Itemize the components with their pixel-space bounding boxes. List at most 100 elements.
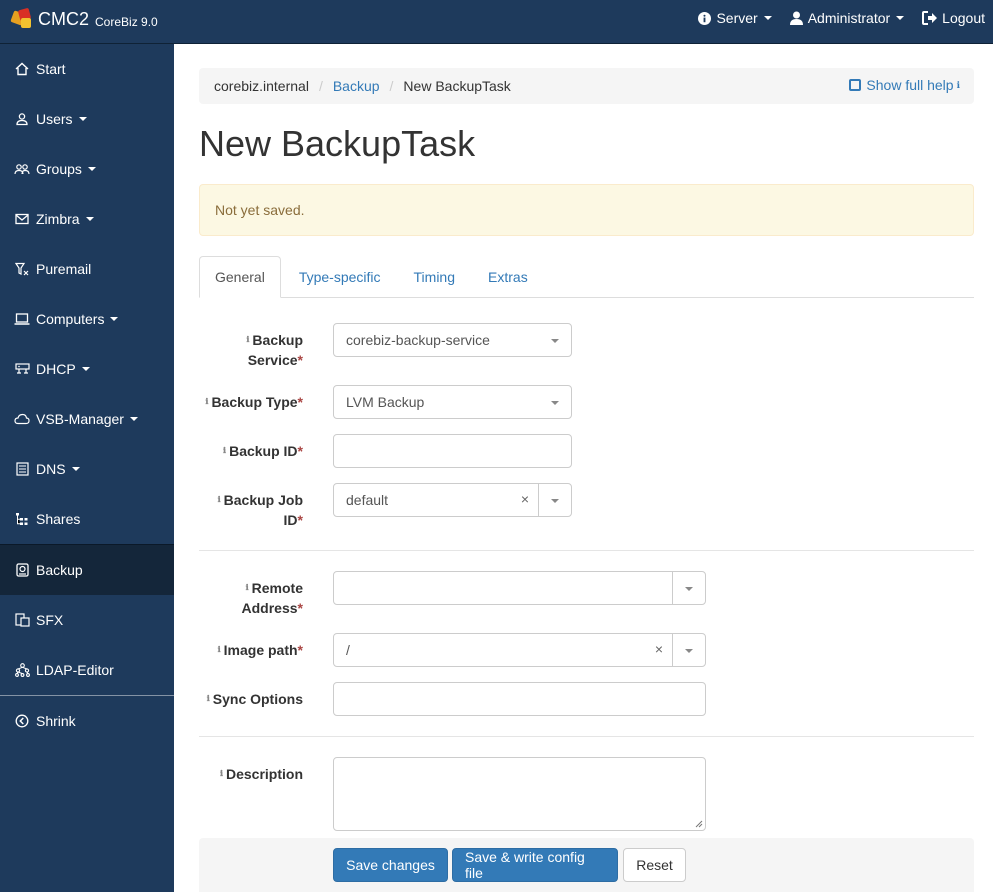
chevron-down-icon [685,587,693,591]
sidebar-item-label: Zimbra [36,211,80,227]
chevron-down-icon [551,499,559,503]
backup-id-input[interactable] [333,434,572,468]
server-menu[interactable]: Server [688,0,779,36]
sidebar-item-dhcp[interactable]: DHCP [0,344,174,394]
sidebar-item-label: Users [36,111,73,127]
info-icon: ℹ [956,79,960,90]
sidebar-item-sfx[interactable]: SFX [0,595,174,645]
group-icon [14,161,30,177]
home-icon [14,61,30,77]
image-path-combobox[interactable]: / × [333,633,706,667]
logout-button[interactable]: Logout [912,0,993,36]
sidebar-item-dns[interactable]: DNS [0,444,174,494]
sidebar-item-start[interactable]: Start [0,44,174,94]
sidebar-item-label: DHCP [36,361,76,377]
resize-handle-icon[interactable] [694,819,703,828]
sidebar-divider [0,695,174,696]
caret-down-icon [87,167,96,171]
files-icon [14,612,30,628]
sidebar-item-puremail[interactable]: Puremail [0,244,174,294]
clear-icon[interactable]: × [521,491,529,507]
clear-icon[interactable]: × [655,641,663,657]
sync-options-label: ℹ Sync Options [206,691,303,707]
filter-icon [14,261,30,277]
section-divider [199,550,974,551]
breadcrumb-item-host[interactable]: corebiz.internal [214,78,309,94]
network-icon [14,361,30,377]
sidebar-item-label: Start [36,61,66,77]
backup-service-select[interactable]: corebiz-backup-service [333,323,572,357]
caret-down-icon [85,217,94,221]
sidebar-item-label: DNS [36,461,66,477]
caret-down-icon [129,417,138,421]
backup-job-id-combobox[interactable]: default × [333,483,572,517]
tree-icon [14,511,30,527]
info-icon: ℹ [217,645,221,654]
sidebar-item-label: Shares [36,511,81,527]
form-actions: Save changes Save & write config file Re… [199,838,974,892]
dropdown-toggle[interactable] [538,484,571,516]
tab-extras[interactable]: Extras [473,256,543,298]
logout-label: Logout [942,10,985,26]
shrink-icon [14,713,30,729]
chevron-down-icon [551,401,559,405]
sidebar-item-label: Backup [36,562,83,578]
sidebar-item-shares[interactable]: Shares [0,494,174,544]
show-full-help-toggle[interactable]: Show full help ℹ [849,77,960,93]
sidebar-item-label: SFX [36,612,64,628]
info-icon: ℹ [245,583,249,592]
description-textarea[interactable] [333,757,706,831]
info-circle-icon [698,11,712,25]
logout-icon [922,11,938,25]
breadcrumb-item-current: New BackupTask [403,78,511,94]
backup-icon [14,562,30,578]
sidebar-item-label: Puremail [36,261,92,277]
section-divider [199,736,974,737]
reset-button[interactable]: Reset [623,848,686,882]
checkbox-icon[interactable] [849,79,862,91]
sidebar-item-users[interactable]: Users [0,94,174,144]
sidebar-item-groups[interactable]: Groups [0,144,174,194]
page-title: New BackupTask [199,123,476,164]
caret-down-icon [896,16,905,20]
tab-timing[interactable]: Timing [399,256,471,298]
breadcrumb-item-backup[interactable]: Backup [333,78,380,94]
remote-address-combobox[interactable] [333,571,706,605]
save-changes-button[interactable]: Save changes [333,848,448,882]
sidebar-item-ldap-editor[interactable]: LDAP-Editor [0,645,174,695]
user-menu[interactable]: Administrator [780,0,912,36]
sidebar-item-zimbra[interactable]: Zimbra [0,194,174,244]
sidebar-item-computers[interactable]: Computers [0,294,174,344]
user-menu-label: Administrator [807,10,891,26]
sync-options-input[interactable] [333,682,706,716]
dropdown-toggle[interactable] [672,634,705,666]
caret-down-icon [81,367,90,371]
brand-logo-icon [10,7,34,30]
sidebar-item-shrink[interactable]: Shrink [0,696,174,746]
info-icon: ℹ [246,335,250,344]
backup-type-select[interactable]: LVM Backup [333,385,572,419]
info-icon: ℹ [206,694,210,703]
remote-address-label: ℹ Remote Address* [241,580,303,616]
info-icon: ℹ [219,769,223,778]
tab-type-specific[interactable]: Type-specific [284,256,396,298]
caret-down-icon [763,16,772,20]
unsaved-alert: Not yet saved. [199,184,974,236]
dropdown-toggle[interactable] [672,572,705,604]
info-icon: ℹ [217,495,221,504]
sitemap-icon [14,662,30,678]
brand[interactable]: CMC2 CoreBiz 9.0 [10,7,158,30]
sidebar-item-backup[interactable]: Backup [0,545,174,595]
description-label: ℹ Description [219,766,303,782]
show-full-help-label: Show full help [866,77,954,93]
sidebar-item-label: Computers [36,311,105,327]
brand-name: CMC2 [38,8,90,29]
backup-type-label: ℹ Backup Type* [205,394,303,410]
caret-down-icon [71,467,80,471]
sidebar-item-vsb-manager[interactable]: VSB-Manager [0,394,174,444]
tab-bar: General Type-specific Timing Extras [199,256,974,298]
save-write-config-button[interactable]: Save & write config file [452,848,618,882]
top-navbar: CMC2 CoreBiz 9.0 Server Administrator Lo… [0,0,993,44]
list-icon [14,461,30,477]
tab-general[interactable]: General [199,256,281,298]
